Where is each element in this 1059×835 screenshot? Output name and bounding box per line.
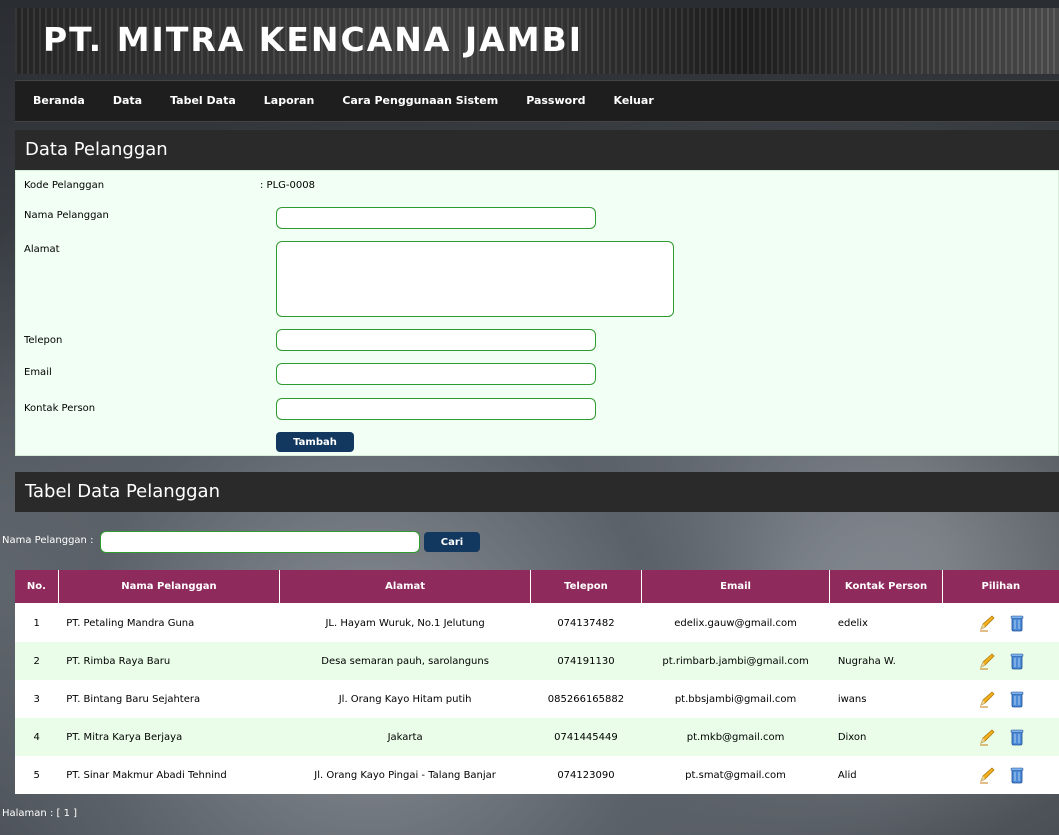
cell-pilihan <box>942 603 1059 642</box>
email-label: Email <box>24 367 52 378</box>
pencil-icon[interactable] <box>978 690 996 708</box>
cell-kontak: iwans <box>829 680 943 718</box>
cell-email: pt.mkb@gmail.com <box>641 718 830 756</box>
cell-email: pt.bbsjambi@gmail.com <box>641 680 830 718</box>
nav-data[interactable]: Data <box>99 81 156 121</box>
tambah-button[interactable]: Tambah <box>276 432 354 452</box>
nama-pelanggan-label: Nama Pelanggan <box>24 210 109 221</box>
pencil-icon[interactable] <box>978 614 996 632</box>
pencil-icon[interactable] <box>978 652 996 670</box>
cell-email: pt.rimbarb.jambi@gmail.com <box>641 642 830 680</box>
cell-telepon: 0741445449 <box>530 718 642 756</box>
cell-email: edelix.gauw@gmail.com <box>641 603 830 642</box>
kontak-person-input[interactable] <box>276 398 596 420</box>
table-header-row: No. Nama Pelanggan Alamat Telepon Email … <box>15 570 1059 604</box>
cell-no: 3 <box>15 680 59 718</box>
table-row: 1 PT. Petaling Mandra Guna JL. Hayam Wur… <box>15 603 1059 642</box>
table-row: 4 PT. Mitra Karya Berjaya Jakarta 074144… <box>15 718 1059 756</box>
pencil-icon[interactable] <box>978 728 996 746</box>
cell-email: pt.smat@gmail.com <box>641 756 830 794</box>
trash-icon[interactable] <box>1010 652 1024 670</box>
cell-alamat: JL. Hayam Wuruk, No.1 Jelutung <box>279 603 531 642</box>
cell-nama: PT. Mitra Karya Berjaya <box>58 718 280 756</box>
customer-table: No. Nama Pelanggan Alamat Telepon Email … <box>15 570 1059 794</box>
form-section-title: Data Pelanggan <box>15 130 1059 170</box>
kode-pelanggan-label: Kode Pelanggan <box>24 180 105 191</box>
pagination[interactable]: Halaman : [ 1 ] <box>2 808 77 819</box>
cell-nama: PT. Rimba Raya Baru <box>58 642 280 680</box>
col-nama: Nama Pelanggan <box>58 570 281 604</box>
cell-no: 4 <box>15 718 59 756</box>
cell-kontak: edelix <box>829 603 943 642</box>
cell-kontak: Nugraha W. <box>829 642 943 680</box>
cell-telepon: 085266165882 <box>530 680 642 718</box>
kontak-person-label: Kontak Person <box>24 403 96 414</box>
nav-cara-penggunaan[interactable]: Cara Penggunaan Sistem <box>328 81 512 121</box>
cell-kontak: Alid <box>829 756 943 794</box>
cell-nama: PT. Sinar Makmur Abadi Tehnind <box>58 756 280 794</box>
main-nav: Beranda Data Tabel Data Laporan Cara Pen… <box>15 80 1059 122</box>
table-section-title: Tabel Data Pelanggan <box>15 472 1059 512</box>
trash-icon[interactable] <box>1010 690 1024 708</box>
col-alamat: Alamat <box>279 570 532 604</box>
search-label: Nama Pelanggan : <box>2 535 94 546</box>
nav-keluar[interactable]: Keluar <box>600 81 668 121</box>
kode-pelanggan-value: : PLG-0008 <box>260 180 315 191</box>
site-title: PT. MITRA KENCANA JAMBI <box>43 20 584 59</box>
cell-nama: PT. Bintang Baru Sejahtera <box>58 680 280 718</box>
pencil-icon[interactable] <box>978 766 996 784</box>
email-input[interactable] <box>276 363 596 385</box>
cell-no: 5 <box>15 756 59 794</box>
cell-alamat: Jakarta <box>279 718 531 756</box>
cell-alamat: Desa semaran pauh, sarolanguns <box>279 642 531 680</box>
cell-telepon: 074137482 <box>530 603 642 642</box>
cari-button[interactable]: Cari <box>424 532 480 552</box>
alamat-label: Alamat <box>24 244 60 255</box>
col-telepon: Telepon <box>530 570 642 604</box>
cell-telepon: 074191130 <box>530 642 642 680</box>
cell-kontak: Dixon <box>829 718 943 756</box>
cell-no: 1 <box>15 603 59 642</box>
telepon-label: Telepon <box>24 335 63 346</box>
nav-password[interactable]: Password <box>512 81 599 121</box>
cell-pilihan <box>942 718 1059 756</box>
cell-pilihan <box>942 756 1059 794</box>
col-email: Email <box>641 570 831 604</box>
table-row: 5 PT. Sinar Makmur Abadi Tehnind Jl. Ora… <box>15 756 1059 794</box>
trash-icon[interactable] <box>1010 766 1024 784</box>
nav-laporan[interactable]: Laporan <box>250 81 329 121</box>
customer-form: Kode Pelanggan : PLG-0008 Nama Pelanggan… <box>15 170 1059 456</box>
table-row: 3 PT. Bintang Baru Sejahtera Jl. Orang K… <box>15 680 1059 718</box>
cell-pilihan <box>942 680 1059 718</box>
alamat-textarea[interactable] <box>276 241 674 317</box>
cell-alamat: Jl. Orang Kayo Pingai - Talang Banjar <box>279 756 531 794</box>
nav-tabel-data[interactable]: Tabel Data <box>156 81 250 121</box>
nav-beranda[interactable]: Beranda <box>15 81 99 121</box>
trash-icon[interactable] <box>1010 728 1024 746</box>
search-input[interactable] <box>100 531 420 553</box>
cell-pilihan <box>942 642 1059 680</box>
cell-telepon: 074123090 <box>530 756 642 794</box>
site-header: PT. MITRA KENCANA JAMBI <box>15 8 1059 74</box>
trash-icon[interactable] <box>1010 614 1024 632</box>
cell-nama: PT. Petaling Mandra Guna <box>58 603 280 642</box>
table-row: 2 PT. Rimba Raya Baru Desa semaran pauh,… <box>15 642 1059 680</box>
col-pilihan: Pilihan <box>942 570 1059 604</box>
col-kontak: Kontak Person <box>829 570 943 604</box>
col-no: No. <box>15 570 59 604</box>
cell-no: 2 <box>15 642 59 680</box>
nama-pelanggan-input[interactable] <box>276 207 596 229</box>
cell-alamat: Jl. Orang Kayo Hitam putih <box>279 680 531 718</box>
telepon-input[interactable] <box>276 329 596 351</box>
